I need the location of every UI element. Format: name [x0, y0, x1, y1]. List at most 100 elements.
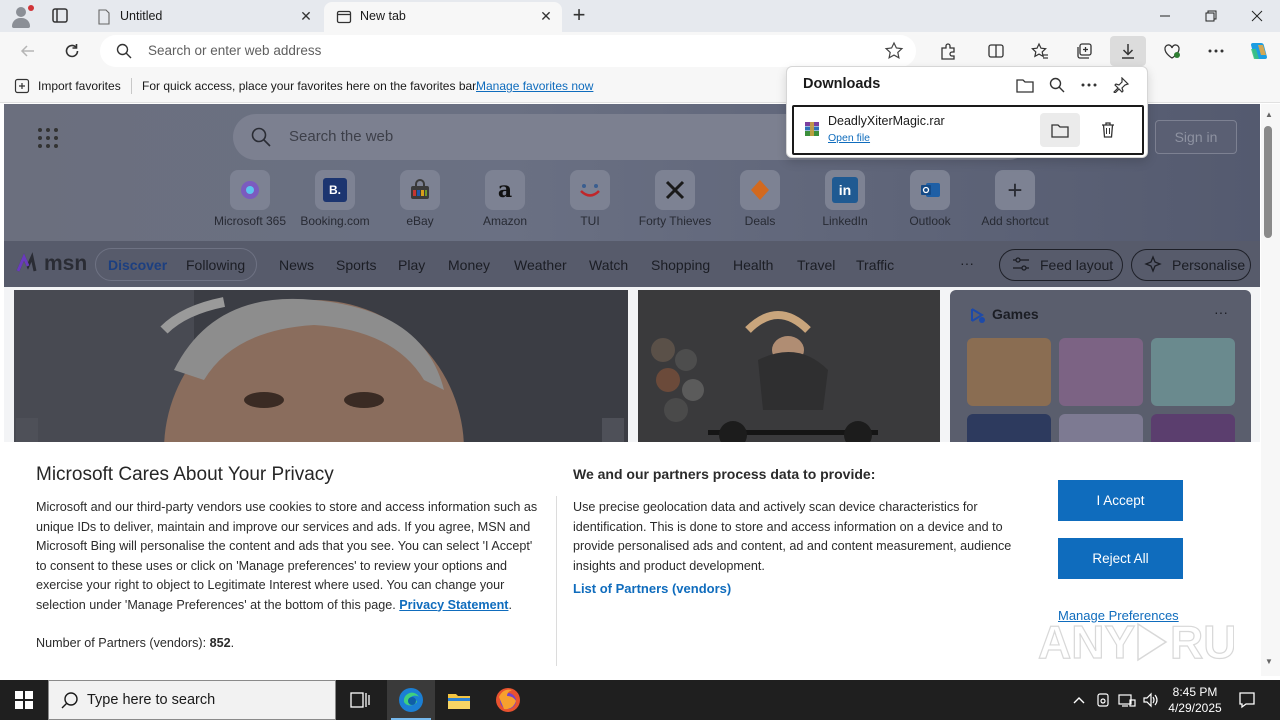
restore-icon[interactable]: [1188, 0, 1234, 32]
favorite-star-icon[interactable]: [884, 41, 904, 64]
nav-sports[interactable]: Sports: [336, 257, 376, 273]
shortcut-microsoft-365[interactable]: Microsoft 365: [208, 170, 292, 228]
tab-actions-icon[interactable]: [48, 5, 72, 27]
download-item[interactable]: DeadlyXiterMagic.rar Open file: [792, 105, 1144, 155]
tab-discover[interactable]: Discover: [108, 257, 167, 273]
manage-favorites-link[interactable]: Manage favorites now: [476, 79, 593, 93]
games-card[interactable]: Games ···: [950, 290, 1251, 450]
booking-icon: B.: [315, 170, 355, 210]
nav-traffic[interactable]: Traffic: [856, 257, 894, 273]
tab-new-tab[interactable]: New tab ✕: [324, 2, 562, 32]
back-icon[interactable]: [14, 37, 42, 65]
settings-more-icon[interactable]: [1202, 37, 1230, 65]
import-favorites-icon[interactable]: [14, 78, 30, 97]
shortcut-label: LinkedIn: [822, 214, 868, 228]
split-screen-icon[interactable]: [982, 37, 1010, 65]
pin-icon[interactable]: [1110, 74, 1132, 96]
personalise-label: Personalise: [1172, 257, 1246, 273]
import-favorites-button[interactable]: Import favorites: [38, 79, 121, 93]
shortcut-forty-thieves[interactable]: Forty Thieves: [633, 170, 717, 228]
tab-close-icon[interactable]: ✕: [538, 8, 554, 24]
reject-all-button[interactable]: Reject All: [1058, 538, 1183, 579]
nav-health[interactable]: Health: [733, 257, 773, 273]
firefox-icon[interactable]: [484, 680, 532, 720]
tab-label: New tab: [360, 9, 406, 23]
game-tile[interactable]: [1151, 338, 1235, 406]
file-explorer-icon[interactable]: [435, 680, 483, 720]
scroll-down-icon[interactable]: ▼: [1265, 657, 1273, 666]
games-title: Games: [992, 306, 1039, 322]
tab-close-icon[interactable]: ✕: [298, 8, 314, 24]
delete-download-icon[interactable]: [1088, 113, 1128, 147]
windows-start-icon[interactable]: [0, 680, 48, 720]
partners-count: Number of Partners (vendors): 852.: [36, 636, 235, 650]
minimize-icon[interactable]: [1142, 0, 1188, 32]
page-scrollbar[interactable]: ▲ ▼: [1261, 104, 1280, 676]
new-tab-button[interactable]: +: [568, 4, 590, 27]
taskbar-search-box[interactable]: Type here to search: [48, 680, 336, 720]
apps-launcher-icon[interactable]: [38, 128, 58, 148]
nav-watch[interactable]: Watch: [589, 257, 628, 273]
task-view-icon[interactable]: [336, 680, 384, 720]
volume-icon[interactable]: [1142, 691, 1160, 709]
game-tile[interactable]: [1059, 338, 1143, 406]
show-in-folder-icon[interactable]: [1040, 113, 1080, 147]
feed-card-fitness[interactable]: [638, 290, 940, 450]
scroll-thumb[interactable]: [1264, 126, 1272, 238]
search-downloads-icon[interactable]: [1046, 74, 1068, 96]
open-file-link[interactable]: Open file: [828, 132, 870, 144]
sign-in-button[interactable]: Sign in: [1155, 120, 1237, 154]
personalise-button[interactable]: Personalise: [1131, 249, 1251, 281]
nav-shopping[interactable]: Shopping: [651, 257, 710, 273]
refresh-icon[interactable]: [58, 37, 86, 65]
notifications-icon[interactable]: [1232, 680, 1262, 720]
favorites-icon[interactable]: [1026, 37, 1054, 65]
nav-travel[interactable]: Travel: [797, 257, 835, 273]
partners-list-link[interactable]: List of Partners (vendors): [573, 581, 731, 596]
msn-logo[interactable]: msn: [16, 251, 87, 280]
accept-button[interactable]: I Accept: [1058, 480, 1183, 521]
shortcut-tui[interactable]: TUI: [548, 170, 632, 228]
more-options-icon[interactable]: [1078, 74, 1100, 96]
add-shortcut-button[interactable]: + Add shortcut: [973, 170, 1057, 228]
shortcut-outlook[interactable]: Outlook: [888, 170, 972, 228]
close-window-icon[interactable]: [1234, 0, 1280, 32]
shortcut-amazon[interactable]: a Amazon: [463, 170, 547, 228]
scroll-up-icon[interactable]: ▲: [1265, 110, 1273, 119]
edge-taskbar-icon[interactable]: [387, 680, 435, 720]
shortcut-booking[interactable]: B. Booking.com: [293, 170, 377, 228]
device-icon[interactable]: [1094, 691, 1112, 709]
address-bar[interactable]: Search or enter web address: [100, 35, 916, 67]
browser-essentials-icon[interactable]: [1158, 37, 1186, 65]
shortcut-deals[interactable]: Deals: [718, 170, 802, 228]
feed-card-main[interactable]: [14, 290, 628, 450]
nav-more-icon[interactable]: ···: [960, 255, 974, 271]
nav-money[interactable]: Money: [448, 257, 490, 273]
privacy-statement-link[interactable]: Privacy Statement: [399, 598, 508, 612]
nav-play[interactable]: Play: [398, 257, 425, 273]
collections-icon[interactable]: [1070, 37, 1098, 65]
shortcut-ebay[interactable]: eBay: [378, 170, 462, 228]
system-clock[interactable]: 8:45 PM 4/29/2025: [1166, 684, 1224, 716]
downloads-icon[interactable]: [1110, 36, 1146, 66]
toolbar: Search or enter web address: [0, 32, 1280, 70]
game-tile[interactable]: [967, 338, 1051, 406]
extensions-icon[interactable]: [934, 37, 962, 65]
tab-following[interactable]: Following: [186, 257, 245, 273]
copilot-icon[interactable]: [1244, 37, 1272, 65]
chevron-up-icon[interactable]: [1070, 691, 1088, 709]
plus-icon: +: [995, 170, 1035, 210]
shortcut-label: eBay: [406, 214, 434, 228]
network-icon[interactable]: [1118, 691, 1136, 709]
privacy-consent-banner: Microsoft Cares About Your Privacy Micro…: [4, 442, 1260, 676]
shortcut-linkedin[interactable]: in LinkedIn: [803, 170, 887, 228]
profile-avatar-icon[interactable]: [8, 3, 34, 29]
open-downloads-folder-icon[interactable]: [1014, 74, 1036, 96]
feed-layout-button[interactable]: Feed layout: [999, 249, 1123, 281]
taskbar-search-placeholder: Type here to search: [87, 692, 216, 708]
nav-news[interactable]: News: [279, 257, 314, 273]
games-more-icon[interactable]: ···: [1214, 304, 1228, 320]
nav-weather[interactable]: Weather: [514, 257, 567, 273]
tab-untitled[interactable]: Untitled ✕: [84, 2, 322, 32]
search-icon: [61, 691, 79, 712]
